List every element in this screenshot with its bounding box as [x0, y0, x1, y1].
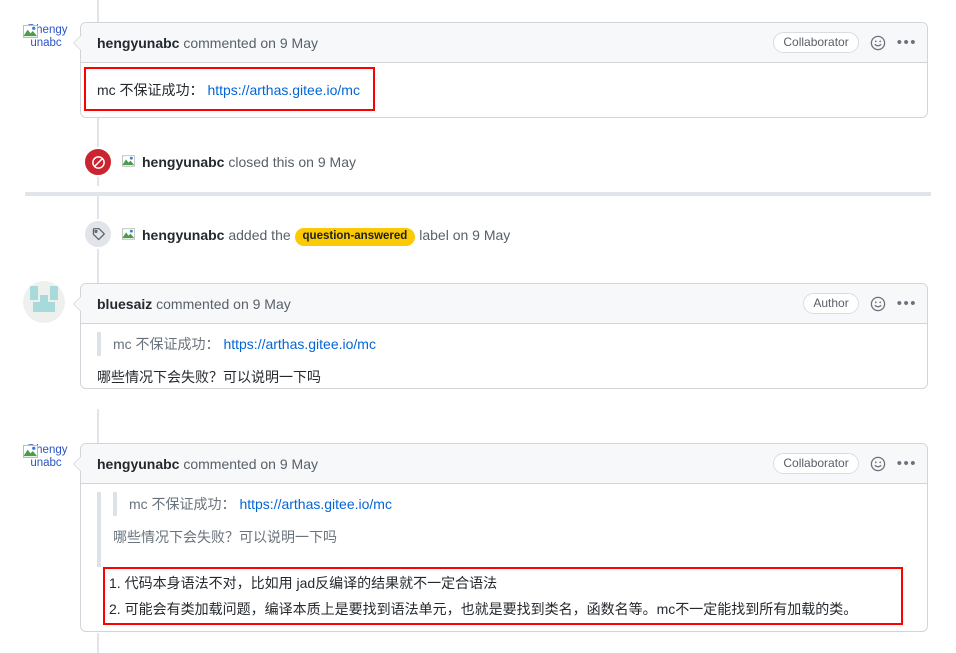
- comment-body: mc 不保证成功： https://arthas.gitee.io/mc 哪些情…: [81, 483, 927, 632]
- reply-text: 哪些情况下会失败？可以说明一下吗: [97, 369, 321, 385]
- list-item-1: 1. 代码本身语法不对，比如用 jad反编译的结果就不一定合语法: [109, 575, 498, 591]
- label-chip[interactable]: question-answered: [294, 228, 416, 246]
- comment-text-line: mc 不保证成功： https://arthas.gitee.io/mc: [97, 80, 360, 100]
- comment-hengyunabc-1: hengyunabc commented on 9 May Collaborat…: [73, 22, 928, 118]
- text-plain: mc 不保证成功：: [97, 82, 204, 98]
- smiley-icon[interactable]: [870, 35, 886, 51]
- avatar-hengyunabc-1[interactable]: @hengyunabc: [22, 22, 70, 70]
- identicon-shape-left: [30, 286, 38, 300]
- event-label-text: hengyunabc added the question-answered l…: [122, 225, 510, 246]
- event-action-text: closed this on 9 May: [224, 154, 356, 170]
- external-link[interactable]: https://arthas.gitee.io/mc: [207, 82, 360, 98]
- broken-image-icon: [23, 25, 38, 38]
- quote-plain: mc 不保证成功：: [129, 496, 236, 512]
- smiley-icon[interactable]: [870, 456, 886, 472]
- role-badge: Collaborator: [773, 453, 859, 474]
- blockquote-bar-inner: [113, 492, 117, 516]
- comment-meta: commented on 9 May: [152, 295, 291, 312]
- comment-hengyunabc-2: hengyunabc commented on 9 May Collaborat…: [73, 443, 928, 632]
- broken-image-icon: [23, 445, 38, 458]
- timeline-rail-3: [97, 248, 99, 284]
- kebab-menu-icon[interactable]: •••: [897, 296, 917, 311]
- avatar-hengyunabc-2[interactable]: @hengyunabc: [22, 442, 70, 490]
- blockquote-reply-text: 哪些情况下会失败？可以说明一下吗: [113, 529, 337, 545]
- comment-meta: commented on 9 May: [179, 455, 318, 472]
- comment-header: bluesaiz commented on 9 May Author •••: [73, 284, 927, 324]
- broken-image-icon: [122, 228, 135, 240]
- event-author[interactable]: hengyunabc: [142, 227, 224, 243]
- comment-bluesaiz: bluesaiz commented on 9 May Author ••• m…: [73, 283, 928, 389]
- identicon-shape-right: [50, 286, 58, 300]
- comment-header: hengyunabc commented on 9 May Collaborat…: [73, 23, 927, 63]
- blockquote-bar: [97, 332, 101, 356]
- timeline-rail-top: [97, 0, 99, 22]
- bubble-tail-fill: [74, 456, 82, 472]
- comment-meta: commented on 9 May: [179, 34, 318, 51]
- avatar-bluesaiz[interactable]: [23, 281, 65, 323]
- role-badge: Collaborator: [773, 32, 859, 53]
- external-link[interactable]: https://arthas.gitee.io/mc: [223, 336, 376, 352]
- timeline-rail-4: [97, 409, 99, 445]
- role-badge: Author: [803, 293, 859, 314]
- blockquote-text: mc 不保证成功： https://arthas.gitee.io/mc: [113, 334, 376, 354]
- identicon-shape-base: [33, 302, 55, 312]
- comment-author[interactable]: hengyunabc: [97, 456, 179, 472]
- blockquote-text: mc 不保证成功： https://arthas.gitee.io/mc: [129, 494, 392, 514]
- avatar-hengyunabc-mini-1[interactable]: [122, 154, 138, 170]
- bubble-tail-fill: [74, 296, 82, 312]
- list-item-2: 2. 可能会有类加载问题，编译本质上是要找到语法单元，也就是要找到类名，函数名等…: [109, 601, 858, 617]
- blockquote-bar-outer: [97, 492, 101, 567]
- closed-circle-slash-icon: [83, 147, 113, 177]
- timeline-rail-bottom: [97, 633, 99, 653]
- comment-author[interactable]: bluesaiz: [97, 296, 152, 312]
- quote-plain: mc 不保证成功：: [113, 336, 220, 352]
- broken-image-icon: [122, 155, 135, 167]
- bubble-tail-fill: [74, 35, 82, 51]
- event-action-suffix: label on 9 May: [415, 227, 511, 243]
- external-link[interactable]: https://arthas.gitee.io/mc: [239, 496, 392, 512]
- timeline-divider: [25, 192, 931, 196]
- kebab-menu-icon[interactable]: •••: [897, 456, 917, 471]
- event-author[interactable]: hengyunabc: [142, 154, 224, 170]
- comment-body: mc 不保证成功： https://arthas.gitee.io/mc 哪些情…: [81, 323, 927, 389]
- comment-author[interactable]: hengyunabc: [97, 35, 179, 51]
- event-action-prefix: added the: [224, 227, 295, 243]
- comment-header: hengyunabc commented on 9 May Collaborat…: [73, 444, 927, 484]
- tag-icon: [83, 219, 113, 249]
- avatar-hengyunabc-mini-2[interactable]: [122, 227, 138, 243]
- kebab-menu-icon[interactable]: •••: [897, 35, 917, 50]
- smiley-icon[interactable]: [870, 296, 886, 312]
- comment-body: mc 不保证成功： https://arthas.gitee.io/mc: [81, 62, 927, 118]
- event-closed-text: hengyunabc closed this on 9 May: [122, 152, 356, 172]
